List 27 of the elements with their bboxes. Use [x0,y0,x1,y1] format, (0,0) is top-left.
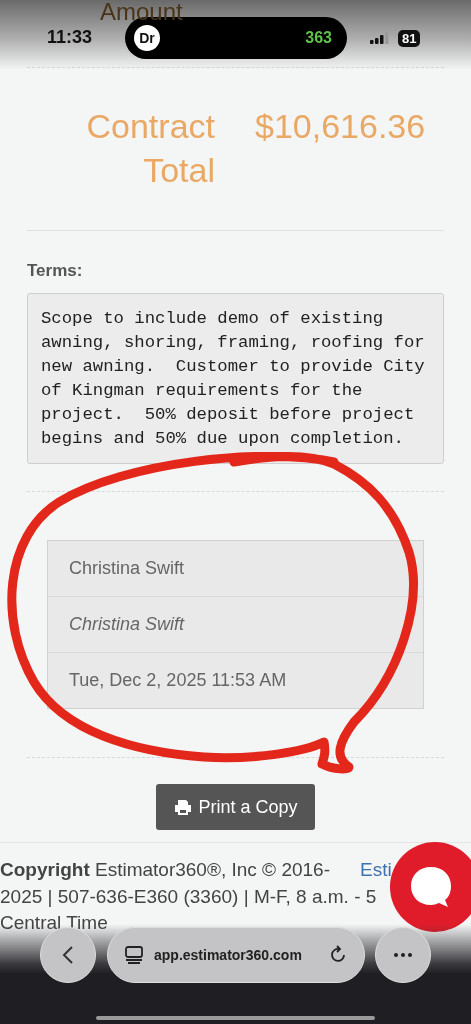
signer-name: Christina Swift [48,541,423,596]
live-count: 363 [305,29,332,47]
more-icon [394,953,412,957]
back-icon [62,945,74,965]
reload-icon [328,945,348,965]
signal-icon [370,32,390,44]
app-badge: Dr [134,25,160,51]
speech-bubble-icon [408,864,454,910]
terms-text: Scope to include demo of existing awning, shoring, framing, roofing for new awning. Customer to provide City of Kingman requirements for the project. 50% deposit before project begins and 50% due upon completion. [27,293,444,464]
address-bar[interactable]: app.estimator360.com [107,927,365,983]
back-button[interactable] [40,927,96,983]
copyright-text: Copyright Estimator360®, Inc © 2016- [0,858,330,882]
amount-heading: Amount [100,0,183,24]
url-text: app.estimator360.com [154,947,303,963]
footer-link[interactable]: Esti [360,857,392,884]
chat-button[interactable] [390,842,471,932]
contract-total-label: Contract Total [85,106,215,191]
signed-date: Tue, Dec 2, 2025 11:53 AM [48,652,423,708]
page-icon [124,945,144,965]
signature-text: Christina Swift [48,596,423,652]
terms-label: Terms: [27,261,84,281]
battery-indicator: 81 [398,30,421,47]
more-button[interactable] [375,927,431,983]
print-button[interactable]: Print a Copy [156,784,315,830]
contract-total-value: $10,616.36 [255,106,426,147]
status-time: 11:33 [47,27,93,48]
printer-icon [174,798,193,816]
